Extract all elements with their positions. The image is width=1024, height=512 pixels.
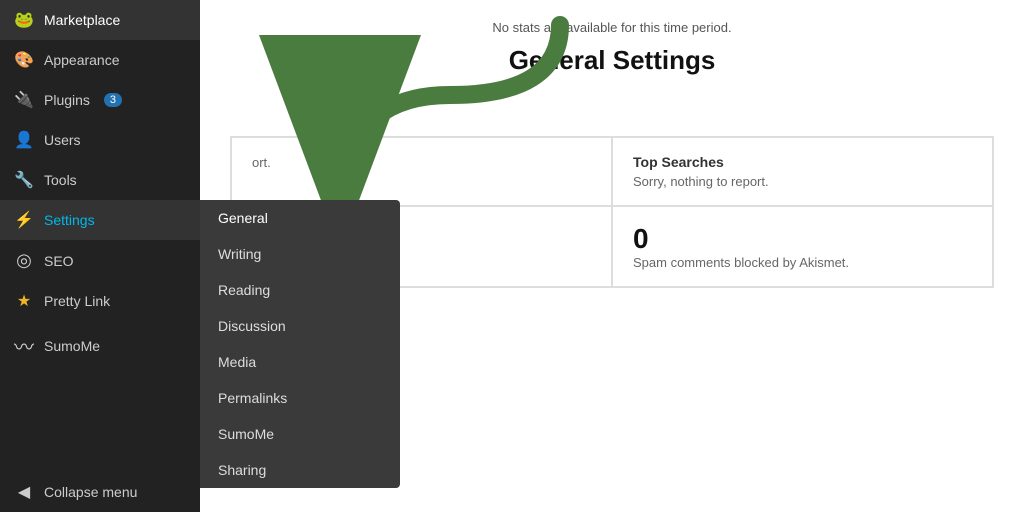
tools-icon: 🔧: [14, 170, 34, 190]
sidebar-item-marketplace[interactable]: 🐸 Marketplace: [0, 0, 200, 40]
sumome-icon: 〰: [14, 331, 34, 360]
sidebar-item-label: Collapse menu: [44, 484, 137, 500]
submenu-label: Discussion: [218, 318, 286, 334]
submenu-label: Permalinks: [218, 390, 287, 406]
submenu-label: Writing: [218, 246, 261, 262]
report-left-cell: ort.: [231, 137, 612, 206]
sidebar-item-label: SEO: [44, 253, 74, 269]
settings-icon: ⚡: [14, 210, 34, 230]
top-searches-cell: Top Searches Sorry, nothing to report.: [612, 137, 993, 206]
sidebar-item-appearance[interactable]: 🎨 Appearance: [0, 40, 200, 80]
submenu-label: Reading: [218, 282, 270, 298]
sidebar-item-label: Appearance: [44, 52, 120, 68]
sidebar-item-label: Tools: [44, 172, 77, 188]
sidebar-item-label: Settings: [44, 212, 95, 228]
sidebar-item-seo[interactable]: ◎ SEO: [0, 240, 200, 281]
sidebar-item-label: Plugins: [44, 92, 90, 108]
submenu-item-sumome[interactable]: SumoMe: [200, 416, 400, 452]
seo-icon: ◎: [14, 250, 34, 271]
sidebar-item-settings-container: ⚡ Settings General Writing Reading Discu…: [0, 200, 200, 240]
star-icon: ★: [14, 291, 34, 311]
top-searches-desc: Sorry, nothing to report.: [633, 174, 972, 189]
sidebar-item-plugins[interactable]: 🔌 Plugins 3: [0, 80, 200, 120]
plugins-badge: 3: [104, 93, 122, 107]
collapse-icon: ◀: [14, 482, 34, 502]
sidebar-item-sumome[interactable]: 〰 SumoMe: [0, 321, 200, 370]
submenu-item-reading[interactable]: Reading: [200, 272, 400, 308]
sidebar-item-label: Users: [44, 132, 81, 148]
stats-notice: No stats are available for this time per…: [230, 20, 994, 35]
plugins-icon: 🔌: [14, 90, 34, 110]
submenu-item-discussion[interactable]: Discussion: [200, 308, 400, 344]
submenu-label: General: [218, 210, 268, 226]
sidebar-item-label: SumoMe: [44, 338, 100, 354]
sidebar-item-collapse[interactable]: ◀ Collapse menu: [0, 472, 200, 512]
sidebar-item-label: Marketplace: [44, 12, 120, 28]
submenu-item-writing[interactable]: Writing: [200, 236, 400, 272]
settings-submenu: General Writing Reading Discussion Media…: [200, 200, 400, 488]
sidebar-item-users[interactable]: 👤 Users: [0, 120, 200, 160]
submenu-item-media[interactable]: Media: [200, 344, 400, 380]
marketplace-icon: 🐸: [14, 10, 34, 30]
sidebar-item-pretty-link[interactable]: ★ Pretty Link: [0, 281, 200, 321]
report-left-text: ort.: [252, 155, 271, 170]
page-title: General Settings: [230, 45, 994, 76]
top-searches-title: Top Searches: [633, 154, 972, 170]
sidebar: 🐸 Marketplace 🎨 Appearance 🔌 Plugins 3 👤…: [0, 0, 200, 512]
spam-count: 0: [633, 223, 972, 255]
submenu-label: Media: [218, 354, 256, 370]
sidebar-item-settings[interactable]: ⚡ Settings: [0, 200, 200, 240]
users-icon: 👤: [14, 130, 34, 150]
spam-desc: Spam comments blocked by Akismet.: [633, 255, 972, 270]
submenu-item-sharing[interactable]: Sharing: [200, 452, 400, 488]
spam-comments-cell: 0 Spam comments blocked by Akismet.: [612, 206, 993, 287]
submenu-label: Sharing: [218, 462, 266, 478]
sidebar-item-tools[interactable]: 🔧 Tools: [0, 160, 200, 200]
appearance-icon: 🎨: [14, 50, 34, 70]
submenu-item-permalinks[interactable]: Permalinks: [200, 380, 400, 416]
submenu-item-general[interactable]: General: [200, 200, 400, 236]
submenu-label: SumoMe: [218, 426, 274, 442]
sidebar-item-label: Pretty Link: [44, 293, 110, 309]
